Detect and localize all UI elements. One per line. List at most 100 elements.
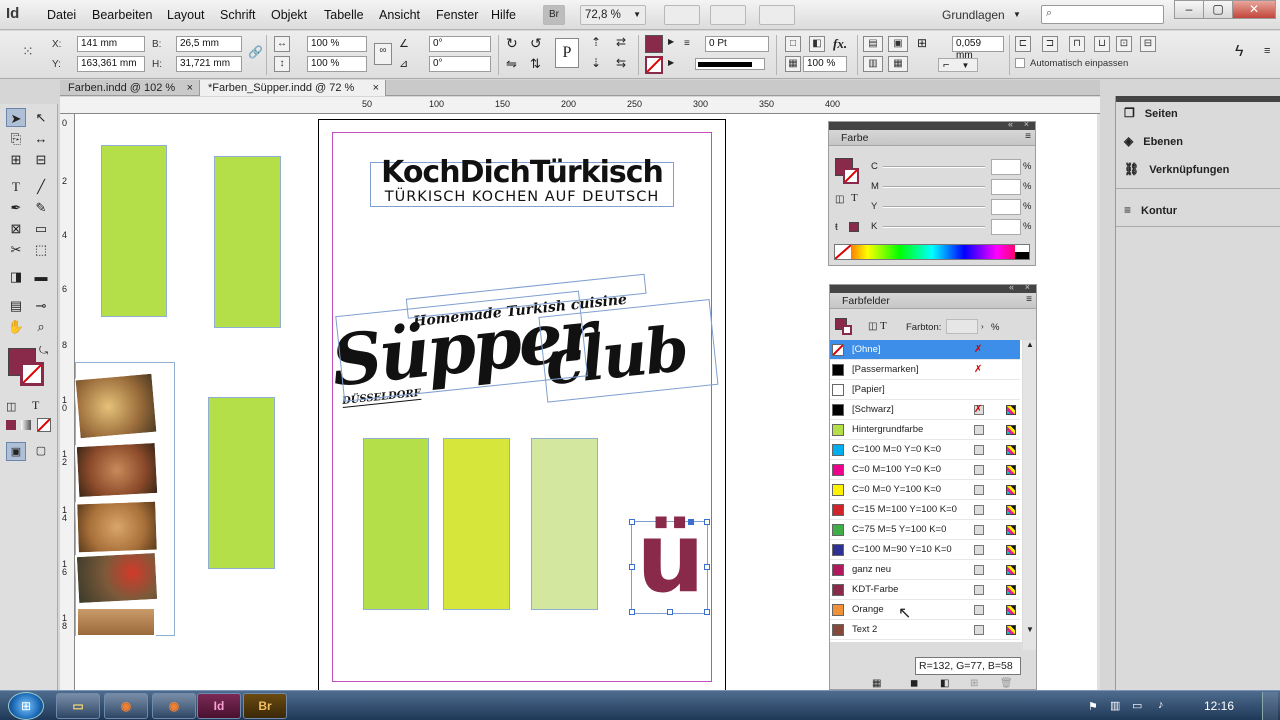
swatch-list-scrollbar[interactable]: ▲ ▼: [1023, 340, 1036, 650]
scale-y-field[interactable]: 100 %: [307, 56, 367, 72]
swatch-row[interactable]: Hintergrundfarbe: [830, 420, 1020, 440]
rotate-ccw-icon[interactable]: ↺: [530, 35, 542, 52]
yellow-slider[interactable]: [883, 206, 985, 208]
y-field[interactable]: 163,361 mm: [77, 56, 145, 72]
close-icon[interactable]: ×: [1024, 119, 1029, 129]
yellow-field[interactable]: [991, 199, 1021, 215]
pencil-tool-icon[interactable]: ✎: [31, 198, 51, 217]
new-swatch-icon[interactable]: ⊞: [970, 678, 978, 689]
show-all-swatches-icon[interactable]: ▦: [872, 678, 881, 689]
last-color-swatch[interactable]: [849, 222, 859, 232]
show-desktop-button[interactable]: [1262, 692, 1278, 720]
scale-x-field[interactable]: 100 %: [307, 36, 367, 52]
apply-gradient-icon[interactable]: [21, 420, 31, 430]
swap-colors-icon[interactable]: ⤿: [39, 345, 48, 358]
menu-fenster[interactable]: Fenster: [436, 8, 478, 22]
stroke-color-swatch[interactable]: [20, 362, 44, 386]
yellow-green-rectangle[interactable]: [443, 438, 510, 610]
green-rectangle[interactable]: [101, 145, 167, 317]
black-swatch[interactable]: [1015, 252, 1029, 259]
swatch-row[interactable]: Orange: [830, 600, 1020, 620]
constrain-proportions-icon[interactable]: 🔗: [248, 45, 263, 59]
height-field[interactable]: 31,721 mm: [176, 56, 242, 72]
swatch-row[interactable]: KDT-Farbe: [830, 580, 1020, 600]
zoom-select[interactable]: 72,8 % ▼: [580, 5, 646, 25]
scroll-up-icon[interactable]: ▲: [1026, 340, 1034, 349]
stroke-swatch[interactable]: [842, 325, 852, 335]
offset-field[interactable]: 0,059 mm: [952, 36, 1004, 61]
cyan-field[interactable]: [991, 159, 1021, 175]
swatch-row[interactable]: C=0 M=0 Y=100 K=0: [830, 480, 1020, 500]
menu-ansicht[interactable]: Ansicht: [379, 8, 420, 22]
eyedropper-tool-icon[interactable]: ⊸: [31, 296, 51, 315]
firefox-taskbar-button-2[interactable]: ◉: [152, 693, 196, 719]
chevron-right-icon[interactable]: ›: [981, 322, 984, 331]
distribute-icon[interactable]: ⊟: [1140, 36, 1156, 52]
swatch-row[interactable]: C=0 M=100 Y=0 K=0: [830, 460, 1020, 480]
swatches-panel-tab[interactable]: Farbfelder ≡: [830, 293, 1036, 309]
shear-angle-field[interactable]: 0°: [429, 56, 491, 72]
reference-point-icon[interactable]: ⁙: [22, 43, 42, 63]
fit-frame-icon[interactable]: ▦: [888, 56, 908, 72]
close-icon[interactable]: ×: [373, 81, 379, 95]
note-tool-icon[interactable]: ▤: [6, 296, 26, 315]
volume-icon[interactable]: ♪: [1158, 699, 1164, 711]
apply-none-icon[interactable]: [37, 418, 51, 432]
flag-icon[interactable]: ⚑: [1088, 700, 1098, 713]
dock-item-layers[interactable]: ◈ Ebenen: [1124, 129, 1183, 153]
firefox-taskbar-button[interactable]: ◉: [104, 693, 148, 719]
formatting-text-icon[interactable]: T: [880, 320, 887, 332]
dock-item-pages[interactable]: ❐ Seiten: [1124, 101, 1178, 125]
dock-item-links[interactable]: ⛓ Verknüpfungen: [1124, 157, 1229, 181]
swatch-row[interactable]: [Schwarz] ✗: [830, 400, 1020, 420]
constrain-scale-icon[interactable]: ∞: [374, 43, 392, 65]
panel-menu-icon[interactable]: ≡: [1026, 294, 1032, 305]
gradient-feather-tool-icon[interactable]: ▬: [31, 267, 51, 286]
swatch-row[interactable]: [Ohne] ✗: [830, 340, 1020, 360]
formatting-text-icon[interactable]: T: [851, 192, 858, 204]
menu-schrift[interactable]: Schrift: [220, 8, 255, 22]
width-field[interactable]: 26,5 mm: [176, 36, 242, 52]
content-placer-icon[interactable]: ⊟: [31, 150, 51, 169]
close-button[interactable]: ✕: [1232, 0, 1276, 19]
title-text-frame[interactable]: KochDichTürkisch TÜRKISCH KOCHEN AUF DEU…: [370, 158, 674, 207]
show-color-swatches-icon[interactable]: ◼: [910, 678, 918, 689]
tab-farben[interactable]: Farben.indd @ 102 % ×: [60, 80, 200, 96]
align-top-icon[interactable]: ⊓: [1069, 36, 1085, 52]
swatch-row[interactable]: [Papier]: [830, 380, 1020, 400]
food-photo-strip[interactable]: [75, 362, 175, 637]
delete-swatch-icon[interactable]: 🗑: [1000, 678, 1013, 689]
minimize-button[interactable]: –: [1174, 0, 1204, 19]
last-color-icon[interactable]: ŧ: [835, 222, 838, 233]
screen-mode-icon[interactable]: [710, 5, 746, 25]
stroke-weight-field[interactable]: 0 Pt: [705, 36, 769, 52]
formatting-container-icon[interactable]: ◫: [835, 194, 844, 205]
swatch-list[interactable]: [Ohne] ✗ [Passermarken] ✗ [Papier] [Schwarz] ✗…: [830, 340, 1022, 642]
direct-selection-tool-icon[interactable]: ↖: [31, 108, 51, 127]
close-icon[interactable]: ×: [1025, 282, 1030, 292]
hand-tool-icon[interactable]: ✋: [6, 317, 26, 336]
rotate-cw-icon[interactable]: ↻: [506, 35, 518, 52]
selection-handle[interactable]: [629, 609, 635, 615]
align-middle-icon[interactable]: ⊡: [1116, 36, 1132, 52]
light-green-rectangle[interactable]: [531, 438, 598, 610]
magenta-slider[interactable]: [883, 186, 985, 188]
maximize-button[interactable]: ▢: [1203, 0, 1233, 19]
fill-frame-icon[interactable]: ▥: [863, 56, 883, 72]
bridge-taskbar-button[interactable]: Br: [243, 693, 287, 719]
fit-content-icon[interactable]: ▤: [863, 36, 883, 52]
stroke-swatch[interactable]: [843, 168, 859, 184]
swatch-row[interactable]: C=75 M=5 Y=100 K=0: [830, 520, 1020, 540]
content-collector-icon[interactable]: ⊞: [6, 150, 26, 169]
green-rectangle[interactable]: [363, 438, 429, 610]
selection-tool-icon[interactable]: ➤: [6, 108, 26, 127]
scroll-down-icon[interactable]: ▼: [1026, 625, 1034, 634]
color-panel-tab[interactable]: Farbe ≡: [829, 130, 1035, 146]
stroke-swatch[interactable]: [645, 56, 663, 74]
formatting-text-icon[interactable]: T: [32, 398, 39, 413]
selection-handle[interactable]: [688, 519, 694, 525]
vertical-scrollbar[interactable]: [1097, 114, 1100, 694]
magenta-field[interactable]: [991, 179, 1021, 195]
menu-tabelle[interactable]: Tabelle: [324, 8, 364, 22]
color-spectrum[interactable]: [834, 244, 1030, 260]
